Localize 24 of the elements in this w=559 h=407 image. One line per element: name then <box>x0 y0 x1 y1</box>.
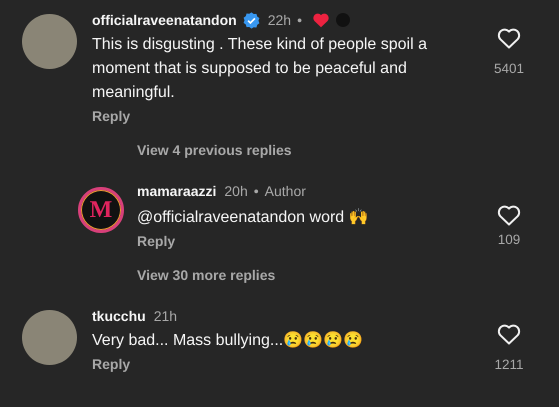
author-label: Author <box>264 183 306 199</box>
reply-link[interactable]: Reply <box>137 233 176 249</box>
heart-icon[interactable] <box>497 204 521 226</box>
timestamp: 21h <box>154 308 178 324</box>
heart-icon[interactable] <box>497 323 521 345</box>
like-count: 1211 <box>494 357 524 372</box>
timestamp: 22h <box>268 12 292 28</box>
comment-text: @officialraveenatandon word 🙌 <box>137 208 370 228</box>
separator-dot: • <box>297 12 302 28</box>
comment-text: This is disgusting . These kind of people spoil a moment that is supposed to be peaceful and meaningful. <box>92 35 428 103</box>
comment-text: Very bad... Mass bullying...😢😢😢😢 <box>92 330 364 351</box>
username[interactable]: tkucchu <box>92 308 146 324</box>
reply-link[interactable]: Reply <box>92 108 130 124</box>
separator-dot: • <box>254 183 259 199</box>
like-count: 109 <box>498 232 520 247</box>
view-replies-link[interactable]: View 30 more replies <box>137 267 276 283</box>
story-ring-avatar[interactable]: M <box>78 187 124 233</box>
view-replies-link[interactable]: View 4 previous replies <box>137 142 292 158</box>
username[interactable]: officialraveenatandon <box>92 12 237 28</box>
like-count: 5401 <box>494 61 524 76</box>
username[interactable]: mamaraazzi <box>137 183 216 199</box>
heart-icon[interactable] <box>497 27 521 49</box>
reply-link[interactable]: Reply <box>92 356 130 372</box>
timestamp: 20h <box>224 183 248 199</box>
